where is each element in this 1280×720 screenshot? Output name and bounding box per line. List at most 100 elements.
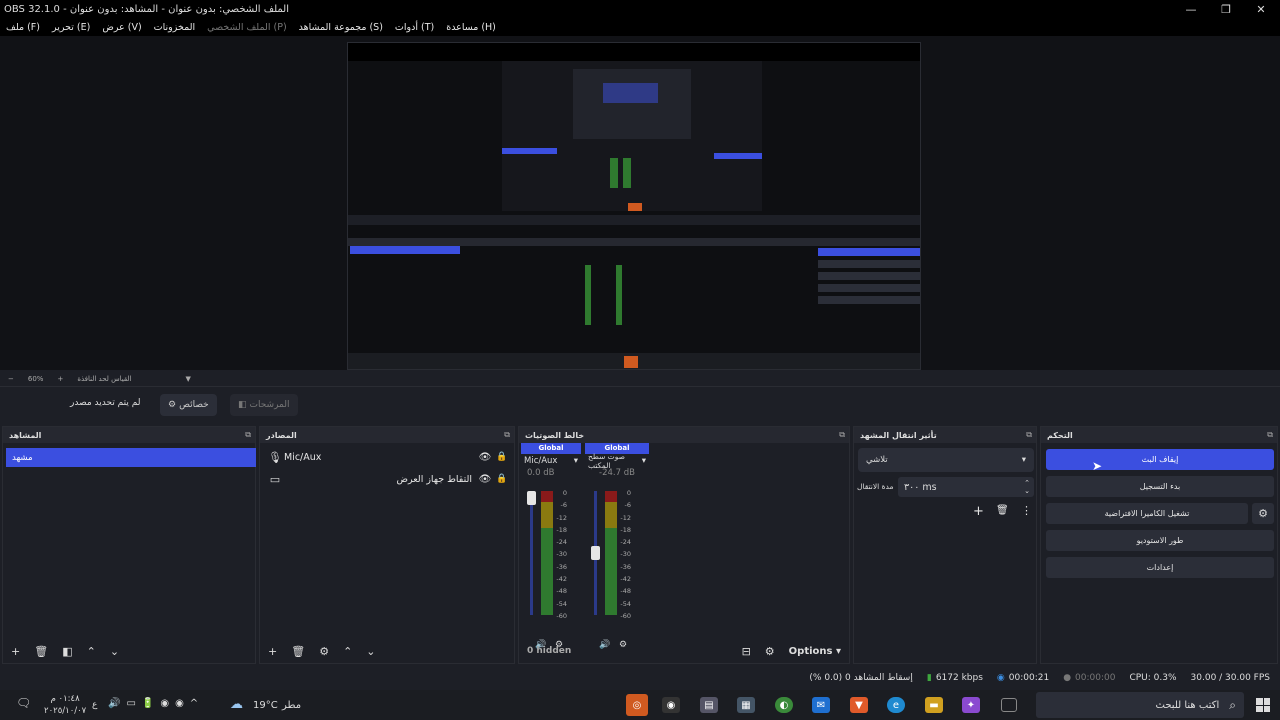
weather-label[interactable]: مطر <box>282 700 301 711</box>
move-down-icon[interactable]: ⌄ <box>366 645 375 658</box>
app-icon-active[interactable]: ◎ <box>626 694 648 716</box>
move-up-icon[interactable]: ⌃ <box>87 645 96 658</box>
app-icon[interactable]: ▦ <box>737 697 755 713</box>
advanced-audio-icon[interactable]: ⚙ <box>765 645 775 658</box>
zoom-in-button[interactable]: + <box>57 375 63 383</box>
source-name: التقاط جهاز العرض <box>396 473 472 485</box>
scene-item[interactable]: مشهد <box>6 448 256 467</box>
undock-icon[interactable]: ⧉ <box>1267 430 1273 440</box>
meter-tick: -60 <box>556 611 567 620</box>
duration-label: مدة الانتقال <box>857 482 894 491</box>
chevron-down-icon[interactable]: ▾ <box>642 456 646 466</box>
controls-title: التحكم <box>1047 430 1073 440</box>
source-row[interactable]: 🎙 Mic/Aux 👁 🔒 <box>266 448 510 466</box>
menu-docks[interactable]: المخزونات <box>154 22 195 33</box>
menu-help[interactable]: مساعدة (H) <box>446 22 496 33</box>
clock[interactable]: ٠١:٤٨ م ٢٠٢٥/١٠/٠٧ <box>44 693 86 717</box>
gear-icon[interactable]: ⚙ <box>319 645 329 658</box>
chevron-down-icon[interactable]: ▾ <box>574 456 578 466</box>
eye-icon[interactable]: 👁 <box>476 452 494 463</box>
add-icon[interactable]: + <box>11 645 20 658</box>
stream-timer: ◉ 00:00:21 <box>997 673 1049 683</box>
meter-tick: -6 <box>624 501 631 510</box>
meter-tick: -18 <box>556 525 567 534</box>
move-up-icon[interactable]: ⌃ <box>343 645 352 658</box>
chrome-icon[interactable]: ◐ <box>775 697 793 713</box>
undock-icon[interactable]: ⧉ <box>245 430 251 440</box>
stream-time-value: 00:00:21 <box>1008 673 1050 683</box>
start-recording-button[interactable]: بدء التسجيل <box>1046 476 1274 497</box>
move-down-icon[interactable]: ⌄ <box>110 645 119 658</box>
trash-icon[interactable]: 🗑 <box>996 505 1009 516</box>
bitrate: ▮ 6172 kbps <box>927 673 983 683</box>
settings-button[interactable]: إعدادات <box>1046 557 1274 578</box>
lock-icon[interactable]: 🔒 <box>494 474 510 484</box>
filter-icon[interactable]: ◧ <box>62 645 72 658</box>
zoom-out-button[interactable]: − <box>8 375 14 383</box>
meter-tick: -12 <box>620 513 631 522</box>
add-icon[interactable]: + <box>268 645 277 658</box>
task-view-icon[interactable] <box>1001 698 1017 712</box>
sources-title: المصادر <box>266 430 297 440</box>
meter-tick: -42 <box>556 575 567 584</box>
menu-file[interactable]: ملف (F) <box>6 22 40 33</box>
source-row[interactable]: ▭ التقاط جهاز العرض 👁 🔒 <box>266 470 510 488</box>
language-indicator[interactable]: ع <box>92 700 97 710</box>
edge-icon[interactable]: e <box>887 697 905 713</box>
search-box[interactable]: اكتب هنا للبحث ⌕ <box>1036 692 1244 718</box>
add-icon[interactable]: + <box>973 504 984 519</box>
menu-edit[interactable]: تحرير (E) <box>52 22 90 33</box>
volume-fader[interactable] <box>530 491 533 615</box>
trash-icon[interactable]: 🗑 <box>34 645 48 658</box>
layout-icon[interactable]: ⊟ <box>742 645 751 658</box>
windows-start-icon[interactable] <box>1256 698 1270 712</box>
spinner-icon[interactable]: ⌃ ⌄ <box>1024 479 1030 495</box>
more-icon[interactable]: ⋮ <box>1021 504 1032 517</box>
mixer-title: خالط الصوتيات <box>525 430 585 440</box>
virtual-camera-settings-button[interactable]: ⚙ <box>1252 503 1274 524</box>
menu-scene-collection[interactable]: مجموعة المشاهد (S) <box>299 22 383 33</box>
fader-knob[interactable] <box>591 546 600 560</box>
undock-icon[interactable]: ⧉ <box>504 430 510 440</box>
brave-icon[interactable]: ▼ <box>850 697 868 713</box>
minimize-button[interactable]: — <box>1174 0 1208 18</box>
meter-tick: -24 <box>620 538 631 547</box>
lock-icon[interactable]: 🔒 <box>494 452 510 462</box>
scenes-dock: المشاهد ⧉ مشهد + 🗑 ◧ ⌃ ⌄ <box>2 426 256 664</box>
options-button[interactable]: Options ▾ <box>789 646 841 657</box>
start-virtual-camera-button[interactable]: تشغيل الكاميرا الافتراضية <box>1046 503 1248 524</box>
notification-icon[interactable]: 🗨 <box>16 696 31 710</box>
undock-icon[interactable]: ⧉ <box>839 430 845 440</box>
trash-icon[interactable]: 🗑 <box>291 645 305 658</box>
record-time-value: 00:00:00 <box>1075 673 1116 683</box>
properties-button[interactable]: ⚙ خصائص <box>160 394 217 416</box>
eye-icon[interactable]: 👁 <box>476 474 494 485</box>
restore-button[interactable]: ❐ <box>1209 0 1243 18</box>
scenes-title: المشاهد <box>9 430 42 440</box>
chevron-down-icon[interactable]: ▼ <box>186 375 191 383</box>
undock-icon[interactable]: ⧉ <box>1026 430 1032 440</box>
source-toolbar: لم يتم تحديد مصدر ⚙ خصائص ◧ المرشحات <box>0 390 1280 420</box>
tray-icons[interactable]: 🔊▭🔋◉◉^ <box>108 698 204 709</box>
app-icon[interactable]: ▤ <box>700 697 718 713</box>
copilot-icon[interactable]: ✦ <box>962 697 980 713</box>
weather-temp[interactable]: 19°C <box>253 700 278 711</box>
obs-icon[interactable]: ◉ <box>662 697 680 713</box>
sources-dock: المصادر ⧉ 🎙 Mic/Aux 👁 🔒 ▭ التقاط جهاز ال… <box>259 426 515 664</box>
filters-button[interactable]: ◧ المرشحات <box>230 394 298 416</box>
folder-icon[interactable]: ▬ <box>925 697 943 713</box>
transition-select[interactable]: تلاشي ▾ <box>858 448 1034 472</box>
menu-tools[interactable]: أدوات (T) <box>395 22 434 33</box>
menu-view[interactable]: عرض (V) <box>102 22 141 33</box>
outlook-icon[interactable]: ✉ <box>812 697 830 713</box>
duration-input[interactable]: ٣٠٠ ms ⌃ ⌄ <box>898 477 1034 497</box>
studio-mode-button[interactable]: طور الاستوديو <box>1046 530 1274 551</box>
close-button[interactable]: ✕ <box>1244 0 1278 18</box>
menu-profile[interactable]: الملف الشخصي (P) <box>207 22 287 33</box>
zoom-bar: − 60% + القياس لحد النافذة ▼ <box>0 372 1280 386</box>
options-label: Options <box>788 645 833 657</box>
stop-streaming-button[interactable]: إيقاف البث <box>1046 449 1274 470</box>
channel-name: Mic/Aux ▾ <box>521 454 581 468</box>
record-icon: ● <box>1063 673 1072 683</box>
fader-knob[interactable] <box>527 491 536 505</box>
